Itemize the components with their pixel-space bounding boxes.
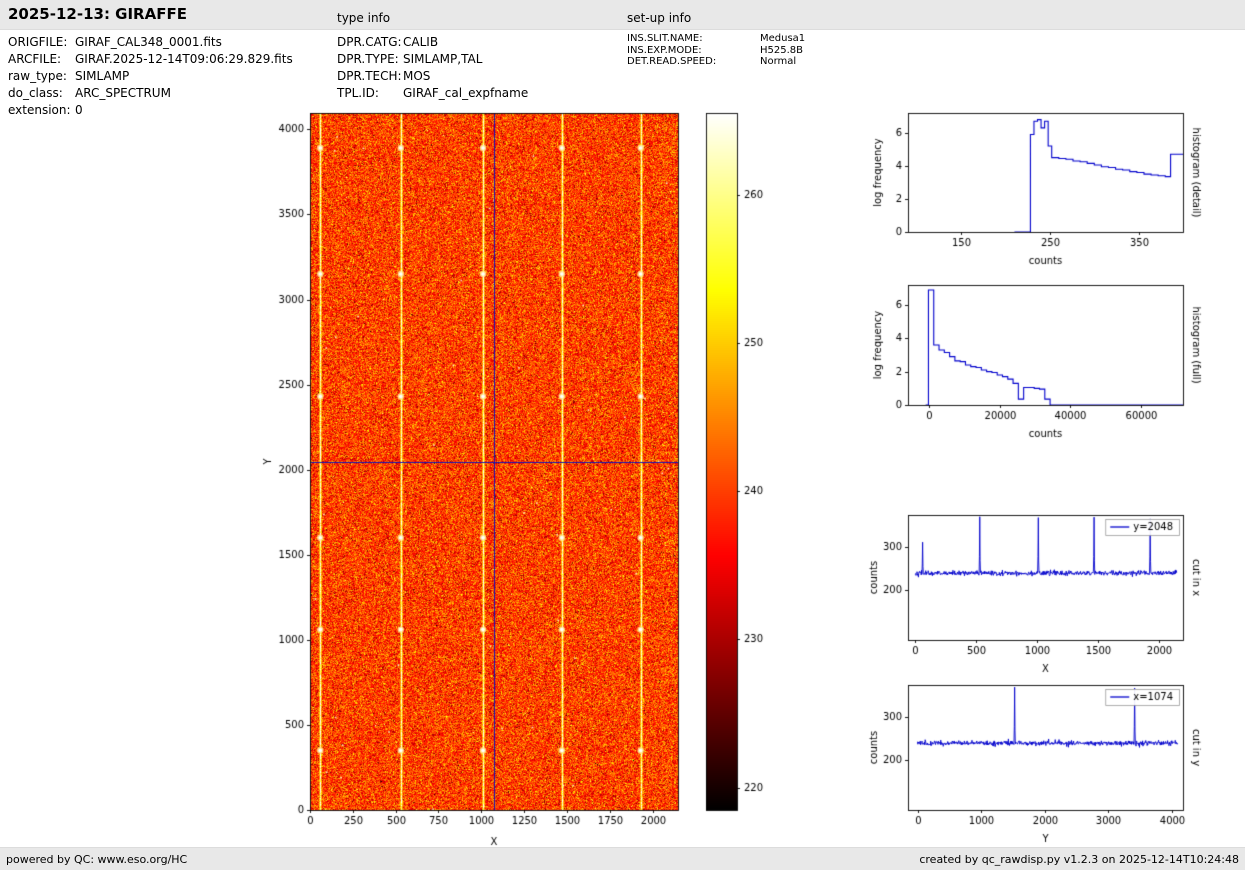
meta-value: MOS xyxy=(403,69,431,83)
page-title: 2025-12-13: GIRAFFE xyxy=(8,5,187,23)
raw-image-plot xyxy=(240,100,690,860)
type-info-heading: type info xyxy=(337,11,391,25)
meta-label: ARCFILE: xyxy=(8,52,62,66)
meta-label: extension: xyxy=(8,103,71,117)
meta-label: DET.READ.SPEED: xyxy=(627,56,717,67)
meta-label: INS.EXP.MODE: xyxy=(627,44,702,56)
type-info-block: DPR.CATG: CALIB DPR.TYPE: SIMLAMP,TAL DP… xyxy=(337,34,528,102)
header-bar: 2025-12-13: GIRAFFE type info set-up inf… xyxy=(0,0,1245,30)
meta-label: do_class: xyxy=(8,86,63,100)
histogram-detail-plot xyxy=(860,100,1245,280)
setup-info-heading: set-up info xyxy=(627,11,692,25)
cut-in-y-plot xyxy=(860,670,1245,855)
meta-label: DPR.TYPE: xyxy=(337,52,399,66)
meta-value: SIMLAMP,TAL xyxy=(403,52,483,66)
meta-value: ARC_SPECTRUM xyxy=(75,86,171,100)
meta-value: CALIB xyxy=(403,35,439,49)
meta-row-dprtech: DPR.TECH: MOS xyxy=(337,68,528,85)
meta-value: GIRAF.2025-12-14T09:06:29.829.fits xyxy=(75,52,293,66)
meta-row-arcfile: ARCFILE: GIRAF.2025-12-14T09:06:29.829.f… xyxy=(8,51,293,68)
colorbar xyxy=(700,100,790,860)
meta-label: raw_type: xyxy=(8,69,67,83)
footer-left-text: powered by QC: www.eso.org/HC xyxy=(6,852,188,866)
footer-right-text: created by qc_rawdisp.py v1.2.3 on 2025-… xyxy=(919,852,1239,866)
meta-value: GIRAF_CAL348_0001.fits xyxy=(75,35,222,49)
meta-value: Medusa1 xyxy=(760,33,806,44)
meta-row-expmode: INS.EXP.MODE: H525.8B xyxy=(627,45,805,57)
meta-row-slitname: INS.SLIT.NAME: Medusa1 xyxy=(627,33,805,45)
meta-value: H525.8B xyxy=(760,44,804,56)
meta-label: ORIGFILE: xyxy=(8,35,68,49)
histogram-full-plot xyxy=(860,272,1245,452)
meta-row-origfile: ORIGFILE: GIRAF_CAL348_0001.fits xyxy=(8,34,293,51)
setup-info-block: INS.SLIT.NAME: Medusa1 INS.EXP.MODE: H52… xyxy=(627,33,805,68)
meta-label: DPR.TECH: xyxy=(337,69,402,83)
meta-label: INS.SLIT.NAME: xyxy=(627,33,703,44)
meta-value: Normal xyxy=(760,56,797,67)
footer-bar: powered by QC: www.eso.org/HC created by… xyxy=(0,847,1245,870)
meta-label: DPR.CATG: xyxy=(337,35,402,49)
meta-value: 0 xyxy=(75,103,83,117)
meta-row-dprtype: DPR.TYPE: SIMLAMP,TAL xyxy=(337,51,528,68)
meta-row-dprcatg: DPR.CATG: CALIB xyxy=(337,34,528,51)
meta-value: SIMLAMP xyxy=(75,69,130,83)
meta-row-readspeed: DET.READ.SPEED: Normal xyxy=(627,56,805,68)
meta-row-rawtype: raw_type: SIMLAMP xyxy=(8,68,293,85)
cut-in-x-plot xyxy=(860,500,1245,685)
